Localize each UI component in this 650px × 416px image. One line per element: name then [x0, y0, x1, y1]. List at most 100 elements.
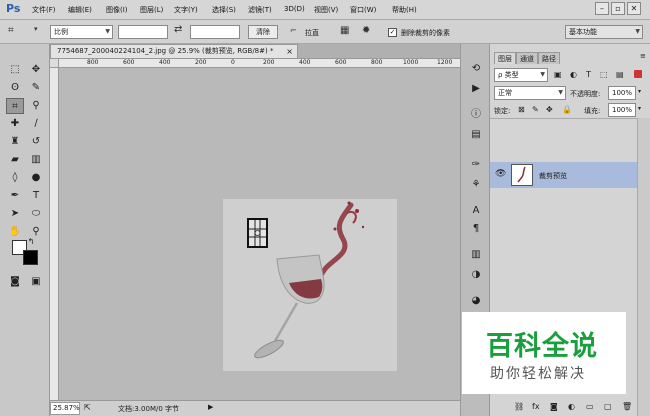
lock-position-icon[interactable]: ✥: [546, 105, 553, 114]
menu-type[interactable]: 文字(Y): [174, 5, 198, 15]
crop-tool-icon[interactable]: ⌗: [8, 25, 14, 36]
pen-tool-icon[interactable]: ✒: [6, 188, 24, 204]
tab-channels[interactable]: 通道: [516, 52, 538, 64]
ruler-horizontal[interactable]: 800 600 400 200 0 200 400 600 800 1000 1…: [59, 59, 460, 68]
filter-shape-icon[interactable]: ⬚: [600, 70, 608, 79]
ellipse-tool-icon[interactable]: ⬭: [27, 206, 45, 222]
minimize-button[interactable]: –: [595, 2, 609, 15]
opacity-arrow-icon[interactable]: ▾: [638, 88, 641, 95]
move-tool-icon[interactable]: ✥: [27, 62, 45, 78]
trash-icon[interactable]: 🗑: [622, 402, 632, 411]
path-select-icon[interactable]: ➤: [6, 206, 24, 222]
layer-mask-icon[interactable]: ◙: [550, 402, 558, 411]
filter-toggle-icon[interactable]: [634, 70, 642, 78]
restore-button[interactable]: ▫: [611, 2, 625, 15]
menu-select[interactable]: 选择(S): [212, 5, 236, 15]
height-input[interactable]: [190, 25, 240, 39]
filter-type-icon[interactable]: T: [586, 70, 591, 79]
swap-icon[interactable]: ⇄: [174, 24, 182, 35]
kind-filter-select[interactable]: ρ 类型 ▼: [494, 68, 548, 82]
filter-adjust-icon[interactable]: ◐: [570, 70, 577, 79]
straighten-icon[interactable]: ⌐: [290, 26, 297, 35]
menu-filter[interactable]: 滤镜(T): [248, 5, 272, 15]
menu-image[interactable]: 图像(I): [106, 5, 128, 15]
width-input[interactable]: [118, 25, 168, 39]
swatches-panel-icon[interactable]: ◕: [469, 294, 483, 308]
menu-file[interactable]: 文件(F): [32, 5, 56, 15]
info-panel-icon[interactable]: ⓘ: [469, 108, 483, 122]
tab-layers[interactable]: 图层: [494, 52, 516, 64]
menu-3d[interactable]: 3D(D): [284, 5, 305, 13]
menu-edit[interactable]: 编辑(E): [68, 5, 92, 15]
history-panel-icon[interactable]: ⟲: [469, 62, 483, 76]
clear-button[interactable]: 清除: [248, 25, 278, 39]
marquee-tool-icon[interactable]: ⬚: [6, 62, 24, 78]
document-tab[interactable]: 7754687_200040224104_2.jpg @ 25.9% (裁剪预览…: [50, 44, 298, 58]
lasso-tool-icon[interactable]: ʘ: [6, 80, 24, 96]
workspace-select[interactable]: 基本功能 ▼: [565, 25, 643, 39]
hand-tool-icon[interactable]: ✋: [6, 224, 24, 240]
lock-all-icon[interactable]: 🔒: [562, 105, 572, 114]
zoom-level[interactable]: 25.87%: [50, 402, 80, 415]
brush-preset-icon[interactable]: ⚘: [469, 178, 483, 192]
clone-stamp-icon[interactable]: ♜: [6, 134, 24, 150]
tab-paths[interactable]: 路径: [538, 52, 560, 64]
brush-panel-icon[interactable]: ✑: [469, 158, 483, 172]
close-icon[interactable]: ×: [286, 45, 293, 58]
blur-tool-icon[interactable]: ◊: [6, 170, 24, 186]
ruler-vertical[interactable]: [50, 68, 59, 401]
new-layer-icon[interactable]: ▢: [604, 402, 612, 411]
properties-panel-icon[interactable]: ▤: [469, 128, 483, 142]
ruler-origin[interactable]: [50, 59, 59, 68]
crop-selection-box[interactable]: [247, 218, 268, 248]
layer-style-icon[interactable]: fx: [532, 402, 540, 411]
fill-arrow-icon[interactable]: ▾: [638, 105, 641, 112]
straighten-button[interactable]: 拉直: [305, 28, 319, 38]
eyedropper-tool-icon[interactable]: ⚲: [27, 98, 45, 114]
quick-select-tool-icon[interactable]: ✎: [27, 80, 45, 96]
clone-source-icon[interactable]: ◑: [469, 268, 483, 282]
menu-view[interactable]: 视图(V): [314, 5, 338, 15]
group-folder-icon[interactable]: ▭: [586, 402, 594, 411]
opacity-input[interactable]: 100%: [608, 86, 636, 100]
eraser-tool-icon[interactable]: ▰: [6, 152, 24, 168]
background-color-swatch[interactable]: [23, 250, 38, 265]
share-icon[interactable]: ⇱: [84, 403, 91, 412]
filter-smart-icon[interactable]: ▤: [616, 70, 624, 79]
tool-preset-arrow-icon[interactable]: ▾: [34, 25, 38, 33]
menu-layer[interactable]: 图层(L): [140, 5, 163, 15]
layers-scrollbar[interactable]: [637, 118, 650, 416]
layer-row[interactable]: 👁 裁剪预览: [490, 162, 637, 188]
filter-pixel-icon[interactable]: ▣: [554, 70, 562, 79]
grid-overlay-icon[interactable]: ▦: [340, 25, 349, 36]
delete-cropped-checkbox[interactable]: ✓: [388, 28, 397, 37]
crop-tool-button-icon[interactable]: ⌗: [6, 98, 24, 114]
adjustment-layer-icon[interactable]: ◐: [568, 402, 575, 411]
close-button[interactable]: ✕: [627, 2, 641, 15]
gradient-tool-icon[interactable]: ▥: [27, 152, 45, 168]
type-tool-icon[interactable]: T: [27, 188, 45, 204]
history-brush-icon[interactable]: ↺: [27, 134, 45, 150]
quick-mask-icon[interactable]: ◙: [6, 274, 24, 290]
swap-colors-icon[interactable]: ↰: [26, 234, 36, 250]
healing-brush-icon[interactable]: ✚: [6, 116, 24, 132]
screen-mode-icon[interactable]: ▣: [27, 274, 45, 290]
dodge-tool-icon[interactable]: ●: [27, 170, 45, 186]
fill-input[interactable]: 100%: [608, 103, 636, 117]
paragraph-panel-icon[interactable]: ¶: [469, 222, 483, 236]
menu-window[interactable]: 窗口(W): [350, 5, 376, 15]
character-panel-icon[interactable]: A: [469, 204, 483, 218]
link-layers-icon[interactable]: ⛓: [514, 402, 524, 411]
actions-play-icon[interactable]: ▶: [469, 82, 483, 96]
lock-transparent-icon[interactable]: ⊠: [518, 105, 525, 114]
menu-help[interactable]: 帮助(H): [392, 5, 417, 15]
blend-mode-select[interactable]: 正常 ▼: [494, 86, 566, 100]
eye-icon[interactable]: 👁: [495, 169, 506, 179]
brush-tool-icon[interactable]: ∕: [27, 116, 45, 132]
lock-paint-icon[interactable]: ✎: [532, 105, 539, 114]
gear-icon[interactable]: ✹: [362, 25, 370, 36]
notes-panel-icon[interactable]: ▥: [469, 248, 483, 262]
ratio-select[interactable]: 比例 ▼: [50, 25, 113, 39]
status-menu-arrow-icon[interactable]: ▶: [208, 403, 213, 411]
panel-menu-icon[interactable]: ≡: [640, 52, 646, 60]
